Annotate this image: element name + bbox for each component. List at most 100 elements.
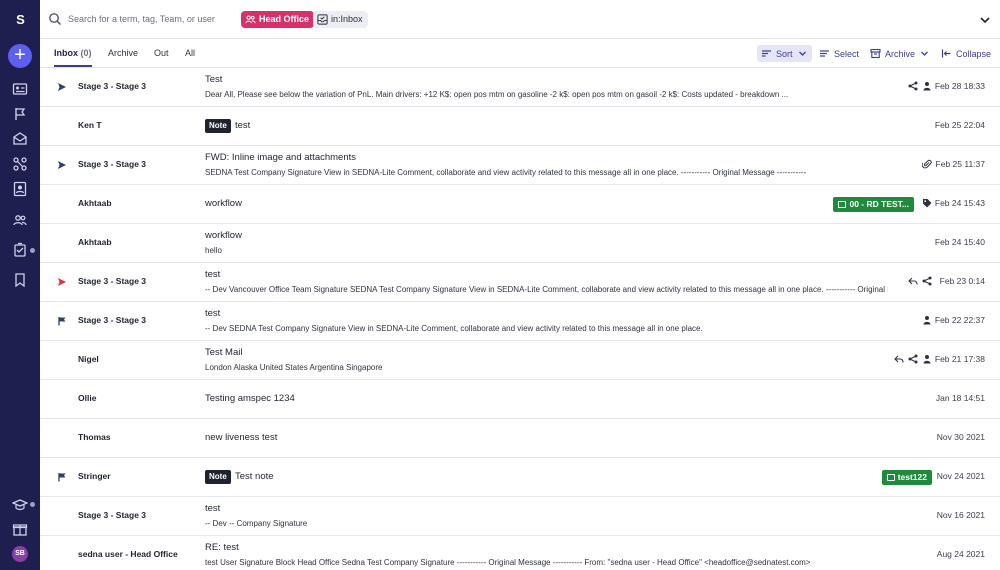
user-avatar[interactable]: SB <box>12 546 28 562</box>
select-button[interactable]: Select <box>815 45 863 62</box>
message-date: Feb 24 15:40 <box>934 237 985 247</box>
message-row[interactable]: Akhtaab workflow 00 - RD TEST... Feb 24 15:… <box>40 185 1000 224</box>
message-subject: test <box>205 269 221 280</box>
message-sender: Akhtaab <box>78 198 112 208</box>
chevron-down-icon <box>797 48 808 59</box>
contact-card-icon[interactable] <box>12 81 28 97</box>
message-row[interactable]: Thomas new liveness test Nov 30 2021 <box>40 419 1000 458</box>
gift-icon[interactable] <box>12 521 28 537</box>
message-row[interactable]: Ollie Testing amspec 1234 Jan 18 14:51 <box>40 380 1000 419</box>
team-icon <box>245 14 256 25</box>
message-row[interactable]: Akhtaab workflow hello Feb 24 15:40 <box>40 224 1000 263</box>
tab-inbox[interactable]: Inbox (0) <box>54 48 92 67</box>
message-preview: SEDNA Test Company Signature View in SED… <box>205 168 807 177</box>
team-filter-chip[interactable]: Head Office <box>241 11 315 28</box>
message-row[interactable]: Nigel Test Mail London Alaska United State… <box>40 341 1000 380</box>
flag-icon[interactable] <box>57 316 67 326</box>
message-date: Feb 23 0:14 <box>939 276 985 286</box>
flag-icon[interactable] <box>57 472 67 482</box>
checklist-icon[interactable] <box>12 242 28 258</box>
collapse-label: Collapse <box>956 48 992 59</box>
message-sender: Ollie <box>78 393 97 403</box>
sort-icon <box>761 48 772 59</box>
new-message-button[interactable]: + <box>8 44 32 68</box>
notification-dot <box>30 502 35 507</box>
message-date: Feb 28 18:33 <box>934 81 985 91</box>
message-subject: FWD: Inline image and attachments <box>205 152 357 163</box>
message-actions <box>908 81 932 91</box>
tab-out[interactable]: Out <box>154 48 169 58</box>
sent-arrow-icon[interactable] <box>57 160 67 170</box>
message-date: Aug 24 2021 <box>936 549 985 559</box>
team-tag[interactable]: test122 <box>881 470 932 485</box>
message-subject: test <box>235 120 251 131</box>
message-subject: Testing amspec 1234 <box>205 393 295 404</box>
sent-arrow-icon[interactable] <box>57 82 67 92</box>
tab-archive[interactable]: Archive <box>108 48 138 58</box>
inbox-filter-chip[interactable]: in:Inbox <box>313 11 368 28</box>
message-sender: Stage 3 - Stage 3 <box>78 510 147 520</box>
message-preview: -- Dev -- Company Signature <box>205 519 308 528</box>
archive-button[interactable]: Archive <box>866 45 934 62</box>
message-row[interactable]: Stage 3 - Stage 3 test -- Dev -- Company S… <box>40 497 1000 536</box>
sent-arrow-icon[interactable] <box>57 277 67 287</box>
notification-dot <box>30 248 35 253</box>
mail-icon[interactable] <box>12 131 28 147</box>
chevron-down-icon[interactable] <box>979 13 991 25</box>
collapse-button[interactable]: Collapse <box>937 45 995 62</box>
message-row[interactable]: Stage 3 - Stage 3 FWD: Inline image and a… <box>40 146 1000 185</box>
team-tag-label: test122 <box>897 472 927 482</box>
collapse-icon <box>941 48 952 59</box>
message-row[interactable]: sedna user - Head Office RE: test test Use… <box>40 536 1000 570</box>
search-input[interactable] <box>68 10 238 28</box>
share-icon[interactable] <box>908 354 918 364</box>
message-sender: Stage 3 - Stage 3 <box>78 315 147 325</box>
message-sender: Akhtaab <box>78 237 112 247</box>
briefcase-icon <box>838 201 847 208</box>
message-date: Feb 25 11:37 <box>935 159 985 169</box>
message-actions <box>922 159 932 169</box>
sort-button[interactable]: Sort <box>757 45 812 62</box>
reply-icon[interactable] <box>908 276 918 286</box>
message-date: Jan 18 14:51 <box>935 393 985 403</box>
message-actions <box>922 315 932 325</box>
search-bar: Head Office in:Inbox <box>40 0 1000 39</box>
message-sender: Thomas <box>78 432 111 442</box>
tab-all[interactable]: All <box>185 48 195 58</box>
address-book-icon[interactable] <box>12 181 28 197</box>
tab-inbox-label: Inbox <box>54 48 78 58</box>
share-icon[interactable] <box>922 276 932 286</box>
message-sender: Ken T <box>78 120 102 130</box>
message-row[interactable]: Stage 3 - Stage 3 test -- Dev Vancouver Of… <box>40 263 1000 302</box>
message-row[interactable]: Stage 3 - Stage 3 Test Dear All, Please se… <box>40 68 1000 107</box>
share-icon[interactable] <box>908 81 918 91</box>
message-preview: test User Signature Block Head Office Se… <box>205 558 811 567</box>
sidebar: S + SB <box>0 0 40 570</box>
archive-label: Archive <box>885 48 916 59</box>
people-icon[interactable] <box>12 212 28 228</box>
message-row[interactable]: Stringer Note Test note test122 Nov 24 2021 <box>40 458 1000 497</box>
message-row[interactable]: Ken T Note test Feb 25 22:04 <box>40 107 1000 146</box>
list-toolbar: Inbox (0) Archive Out All Sort Select Ar… <box>40 39 1000 68</box>
message-actions <box>922 198 932 208</box>
workflow-icon[interactable] <box>12 156 28 172</box>
reply-icon[interactable] <box>894 354 904 364</box>
paperclip-icon[interactable] <box>922 159 932 169</box>
person-icon[interactable] <box>922 315 932 325</box>
message-date: Nov 16 2021 <box>936 510 985 520</box>
message-subject: Test note <box>235 471 274 482</box>
message-row[interactable]: Stage 3 - Stage 3 test -- Dev SEDNA Test C… <box>40 302 1000 341</box>
team-tag-label: 00 - RD TEST... <box>849 199 909 209</box>
person-icon[interactable] <box>922 81 932 91</box>
message-preview: Dear All, Please see below the variation… <box>205 90 789 99</box>
person-icon[interactable] <box>922 354 932 364</box>
graduation-cap-icon[interactable] <box>12 497 28 513</box>
flag-icon[interactable] <box>12 106 28 122</box>
message-sender: Nigel <box>78 354 99 364</box>
message-date: Feb 25 22:04 <box>934 120 985 130</box>
tag-icon[interactable] <box>922 198 932 208</box>
note-badge: Note <box>205 119 231 133</box>
message-preview: -- Dev SEDNA Test Company Signature View… <box>205 324 703 333</box>
team-tag[interactable]: 00 - RD TEST... <box>833 197 914 212</box>
bookmark-icon[interactable] <box>12 272 28 288</box>
